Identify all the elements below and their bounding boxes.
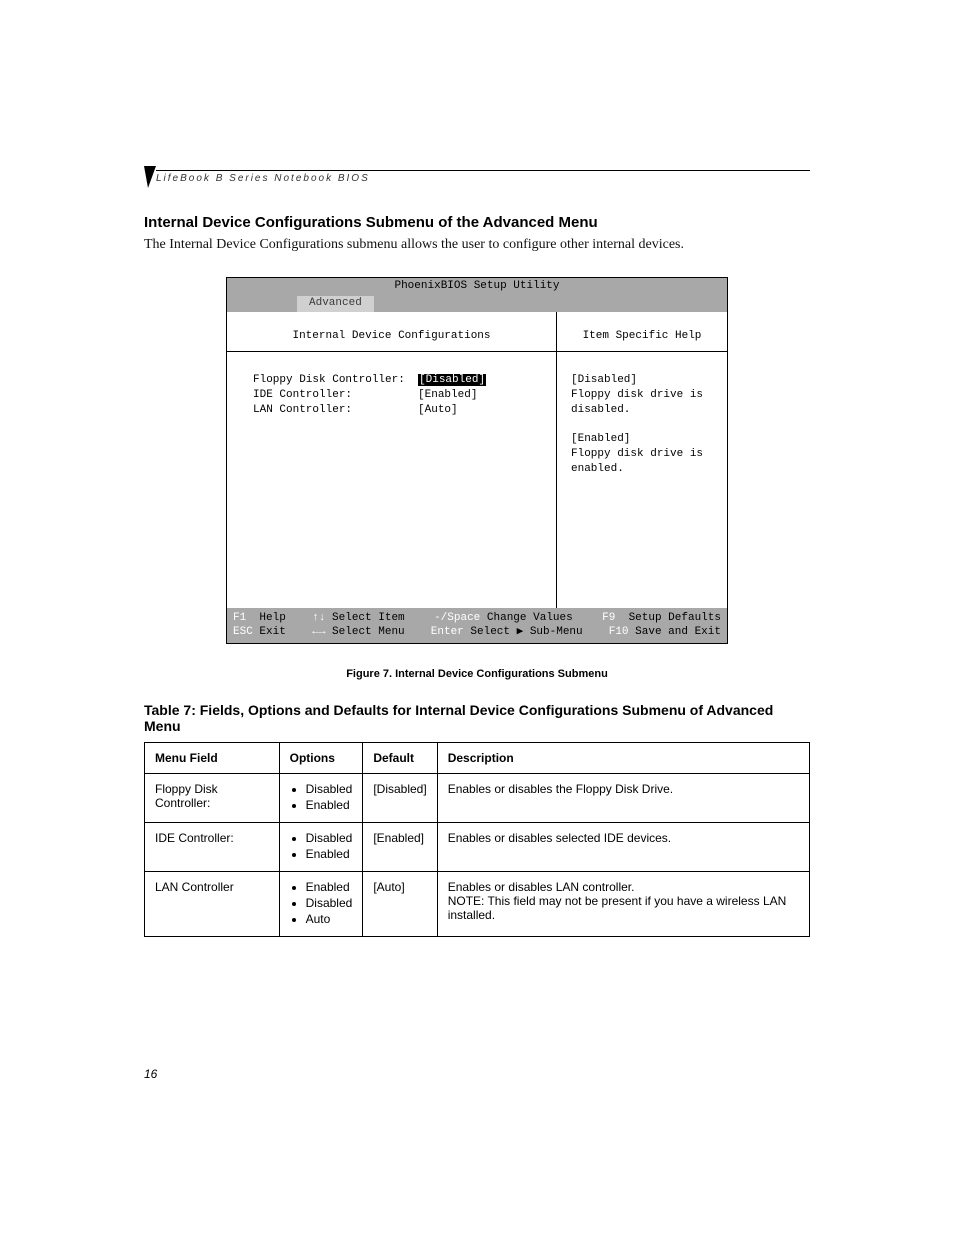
cell-default: [Auto]: [363, 871, 437, 936]
bios-help-line: disabled.: [571, 404, 713, 418]
bios-field-row[interactable]: IDE Controller: [Enabled]: [253, 389, 536, 403]
bios-tab-advanced[interactable]: Advanced: [297, 296, 374, 312]
esc-label: Exit: [259, 626, 285, 638]
table-row: Floppy Disk Controller: Disabled Enabled [D…: [145, 773, 810, 822]
cell-description: Enables or disables selected IDE devices…: [437, 822, 809, 871]
enter-key[interactable]: Enter: [431, 626, 464, 638]
cell-description: Enables or disables LAN controller. NOTE…: [437, 871, 809, 936]
table-header-cell: Default: [363, 742, 437, 773]
table-header-cell: Options: [279, 742, 363, 773]
option-item: Auto: [306, 912, 353, 926]
leftright-arrows-icon: ←→: [312, 626, 325, 638]
option-item: Enabled: [306, 880, 353, 894]
cell-menu-field: LAN Controller: [145, 871, 280, 936]
table-row: LAN Controller Enabled Disabled Auto [Auto]E…: [145, 871, 810, 936]
cell-options: Enabled Disabled Auto: [279, 871, 363, 936]
updown-arrows-icon: ↑↓: [312, 612, 325, 624]
section-title: Internal Device Configurations Submenu o…: [144, 214, 810, 231]
f10-key[interactable]: F10: [609, 626, 629, 638]
bios-tab-row: Advanced: [227, 296, 727, 312]
option-item: Disabled: [306, 782, 353, 796]
space-key[interactable]: -/Space: [434, 612, 480, 624]
f9-label: Setup Defaults: [629, 612, 721, 624]
select-item-label: Select Item: [332, 612, 405, 624]
page-number: 16: [144, 1067, 810, 1081]
cell-options: Disabled Enabled: [279, 822, 363, 871]
cell-menu-field: Floppy Disk Controller:: [145, 773, 280, 822]
esc-key[interactable]: ESC: [233, 626, 253, 638]
cell-default: [Enabled]: [363, 822, 437, 871]
option-item: Enabled: [306, 847, 353, 861]
intro-paragraph: The Internal Device Configurations subme…: [144, 237, 810, 253]
table-header-cell: Description: [437, 742, 809, 773]
option-item: Disabled: [306, 831, 353, 845]
table-row: IDE Controller: Disabled Enabled [Enabled]E…: [145, 822, 810, 871]
cell-options: Disabled Enabled: [279, 773, 363, 822]
f10-label: Save and Exit: [635, 626, 721, 638]
figure-caption: Figure 7. Internal Device Configurations…: [144, 668, 810, 680]
bios-help-line: [Disabled]: [571, 374, 713, 388]
options-table: Menu FieldOptionsDefaultDescription Flop…: [144, 742, 810, 937]
select-menu-label: Select Menu: [332, 626, 405, 638]
bios-screenshot: PhoenixBIOS Setup Utility Advanced Inter…: [226, 277, 728, 644]
option-item: Disabled: [306, 896, 353, 910]
f1-key[interactable]: F1: [233, 612, 246, 624]
bios-title: PhoenixBIOS Setup Utility: [227, 278, 727, 296]
bios-right-header: Item Specific Help: [557, 312, 727, 352]
table-title: Table 7: Fields, Options and Defaults fo…: [144, 702, 810, 734]
bios-help-area: [Disabled]Floppy disk drive isdisabled. …: [557, 352, 727, 608]
option-item: Enabled: [306, 798, 353, 812]
change-values-label: Change Values: [487, 612, 573, 624]
bios-help-line: [571, 419, 713, 433]
running-header: LifeBook B Series Notebook BIOS: [156, 170, 810, 184]
bios-fields-area: Floppy Disk Controller: [Disabled]IDE Co…: [227, 352, 556, 608]
cell-description: Enables or disables the Floppy Disk Driv…: [437, 773, 809, 822]
cell-menu-field: IDE Controller:: [145, 822, 280, 871]
f1-label: Help: [259, 612, 285, 624]
bios-footer: F1 Help ↑↓ Select Item -/Space Change Va…: [227, 608, 727, 643]
enter-label: Select ▶ Sub-Menu: [470, 626, 582, 638]
bios-field-row[interactable]: LAN Controller: [Auto]: [253, 404, 536, 418]
f9-key[interactable]: F9: [602, 612, 615, 624]
bios-help-line: enabled.: [571, 463, 713, 477]
bios-field-row[interactable]: Floppy Disk Controller: [Disabled]: [253, 374, 536, 388]
bios-help-line: [Enabled]: [571, 433, 713, 447]
bios-help-line: Floppy disk drive is: [571, 389, 713, 403]
bios-left-header: Internal Device Configurations: [227, 312, 556, 352]
bios-help-line: Floppy disk drive is: [571, 448, 713, 462]
cell-default: [Disabled]: [363, 773, 437, 822]
table-header-cell: Menu Field: [145, 742, 280, 773]
